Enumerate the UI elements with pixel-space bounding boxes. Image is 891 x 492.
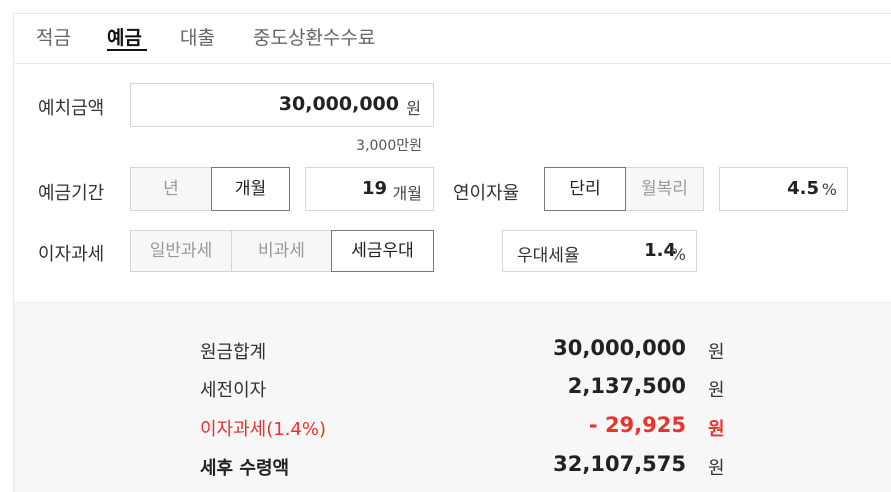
deposit-amount-unit: 원 [406,99,421,118]
tab-savings[interactable]: 적금 [36,23,71,50]
principal-total-value: 30,000,000 [553,336,686,360]
annual-rate-unit: % [821,180,837,199]
deposit-period-unit: 개월 [392,184,422,203]
deposit-period-input[interactable]: 19 개월 [305,167,434,211]
deposit-amount-hint: 3,000만원 [356,138,422,154]
period-unit-year[interactable]: 년 [130,167,212,211]
tax-option-preferential[interactable]: 세금우대 [331,230,434,272]
net-amount-label: 세후 수령액 [200,458,290,479]
deposit-amount-value: 30,000,000 [278,93,399,115]
pretax-interest-label: 세전이자 [200,380,267,401]
period-unit-month[interactable]: 개월 [211,167,290,211]
principal-total-label: 원금합계 [200,342,267,363]
interest-tax-result-value: - 29,925 [588,413,686,437]
active-tab-indicator [107,49,147,51]
tax-option-tax-free[interactable]: 비과세 [231,230,332,272]
deposit-amount-label: 예치금액 [38,98,105,119]
rate-type-monthly-compound[interactable]: 월복리 [625,167,704,211]
annual-rate-value: 4.5 [787,178,819,199]
calculator-tabs: 적금 예금 대출 중도상환수수료 [13,13,891,64]
preferential-rate-input[interactable]: 우대세율 1.4 % [502,230,697,272]
interest-tax-label: 이자과세 [38,244,105,265]
deposit-period-label: 예금기간 [38,183,105,204]
annual-rate-label: 연이자율 [453,183,520,204]
principal-total-unit: 원 [708,342,725,363]
annual-rate-input[interactable]: 4.5 % [719,167,848,211]
pretax-interest-value: 2,137,500 [567,374,686,398]
deposit-period-value: 19 [361,178,387,199]
interest-tax-result-label: 이자과세(1.4%) [200,419,327,440]
result-panel: 원금합계 30,000,000 원 세전이자 2,137,500 원 이자과세(… [14,302,891,492]
net-amount-unit: 원 [708,458,725,479]
tab-deposit[interactable]: 예금 [107,23,142,50]
pretax-interest-unit: 원 [708,380,725,401]
preferential-rate-label: 우대세율 [517,246,580,266]
net-amount-value: 32,107,575 [553,452,686,476]
deposit-amount-input[interactable]: 30,000,000 원 [130,83,434,127]
interest-tax-result-unit: 원 [708,419,725,440]
tax-option-general[interactable]: 일반과세 [130,230,232,272]
preferential-rate-unit: % [670,245,686,264]
tab-loan[interactable]: 대출 [180,23,215,50]
tab-prepayment-fee[interactable]: 중도상환수수료 [253,23,375,50]
rate-type-simple[interactable]: 단리 [544,167,626,211]
